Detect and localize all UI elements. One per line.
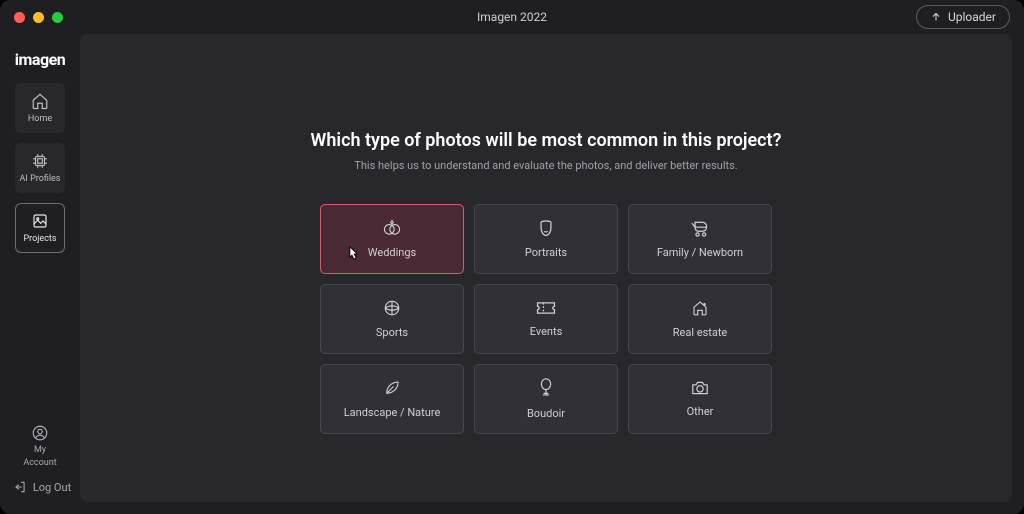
minimize-window-icon[interactable] bbox=[33, 12, 44, 23]
face-icon bbox=[536, 219, 556, 237]
category-label: Landscape / Nature bbox=[344, 406, 441, 419]
category-card-portraits[interactable]: Portraits bbox=[474, 204, 618, 274]
window-controls bbox=[14, 12, 63, 23]
window-title: Imagen 2022 bbox=[12, 10, 1012, 24]
app-window: Imagen 2022 Uploader imagen Home AI Prof… bbox=[0, 0, 1024, 514]
category-grid: Weddings Portraits Family / Newborn bbox=[320, 204, 772, 434]
house-icon bbox=[691, 299, 709, 317]
maximize-window-icon[interactable] bbox=[52, 12, 63, 23]
title-bar: Imagen 2022 Uploader bbox=[0, 0, 1024, 34]
sidebar-item-my-account[interactable]: My Account bbox=[23, 424, 56, 468]
category-card-events[interactable]: Events bbox=[474, 284, 618, 354]
category-label: Other bbox=[687, 405, 714, 418]
sidebar-item-logout[interactable]: Log Out bbox=[9, 480, 71, 504]
category-label: Weddings bbox=[368, 246, 416, 259]
ticket-icon bbox=[535, 300, 557, 316]
sidebar-item-home[interactable]: Home bbox=[15, 83, 65, 133]
page-heading: Which type of photos will be most common… bbox=[311, 130, 782, 151]
sidebar-label-ai-profiles: AI Profiles bbox=[20, 174, 61, 184]
user-circle-icon bbox=[31, 424, 49, 442]
sidebar-label-home: Home bbox=[28, 114, 52, 124]
rings-icon bbox=[381, 219, 403, 237]
category-card-weddings[interactable]: Weddings bbox=[320, 204, 464, 274]
sidebar-item-ai-profiles[interactable]: AI Profiles bbox=[15, 143, 65, 193]
category-label: Boudoir bbox=[527, 407, 565, 420]
sidebar-label-projects: Projects bbox=[24, 234, 57, 244]
category-label: Real estate bbox=[673, 326, 728, 339]
gallery-icon bbox=[31, 212, 49, 230]
page-subheading: This helps us to understand and evaluate… bbox=[354, 159, 737, 172]
category-card-real-estate[interactable]: Real estate bbox=[628, 284, 772, 354]
uploader-label: Uploader bbox=[948, 10, 996, 24]
category-card-other[interactable]: Other bbox=[628, 364, 772, 434]
chip-icon bbox=[31, 152, 49, 170]
category-label: Sports bbox=[376, 326, 408, 339]
close-window-icon[interactable] bbox=[14, 12, 25, 23]
category-card-family-newborn[interactable]: Family / Newborn bbox=[628, 204, 772, 274]
uploader-button[interactable]: Uploader bbox=[916, 5, 1010, 29]
account-label-1: My bbox=[34, 445, 46, 455]
stroller-icon bbox=[689, 219, 711, 237]
upload-icon bbox=[930, 11, 942, 23]
main-panel: Which type of photos will be most common… bbox=[80, 34, 1012, 502]
logout-icon bbox=[13, 480, 27, 494]
category-label: Family / Newborn bbox=[657, 246, 743, 259]
ball-icon bbox=[383, 299, 401, 317]
home-icon bbox=[31, 92, 49, 110]
app-body: imagen Home AI Profiles Projects bbox=[0, 34, 1024, 514]
category-label: Events bbox=[530, 325, 563, 338]
account-label-2: Account bbox=[23, 458, 56, 468]
category-card-boudoir[interactable]: Boudoir bbox=[474, 364, 618, 434]
sidebar: imagen Home AI Profiles Projects bbox=[0, 34, 80, 514]
leaf-icon bbox=[383, 379, 401, 397]
camera-icon bbox=[690, 380, 710, 396]
category-card-landscape-nature[interactable]: Landscape / Nature bbox=[320, 364, 464, 434]
category-card-sports[interactable]: Sports bbox=[320, 284, 464, 354]
logout-label: Log Out bbox=[33, 481, 71, 494]
sidebar-item-projects[interactable]: Projects bbox=[15, 203, 65, 253]
sidebar-nav: Home AI Profiles Projects bbox=[15, 83, 65, 253]
mirror-icon bbox=[538, 378, 554, 398]
sidebar-bottom: My Account Log Out bbox=[9, 424, 71, 504]
category-label: Portraits bbox=[525, 246, 567, 259]
logo: imagen bbox=[15, 50, 65, 69]
